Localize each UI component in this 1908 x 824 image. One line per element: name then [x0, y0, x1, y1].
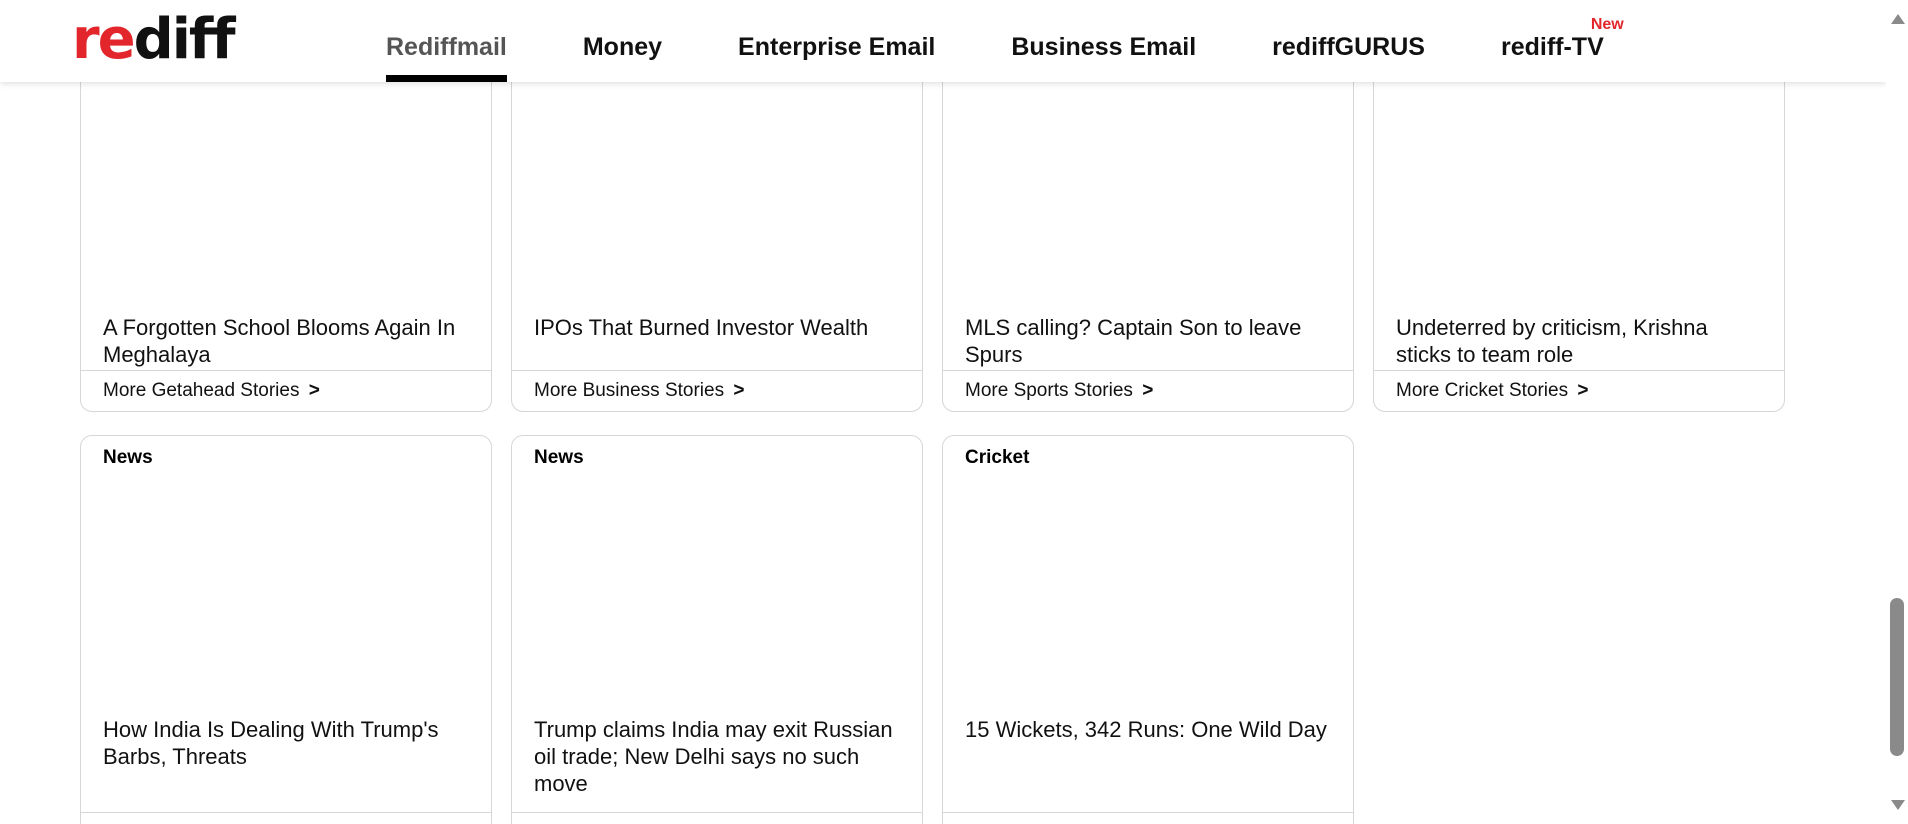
chevron-right-icon: >	[1577, 380, 1589, 401]
story-card[interactable]: Cricket 15 Wickets, 342 Runs: One Wild D…	[942, 435, 1354, 824]
more-stories-link[interactable]: More Sports Stories >	[943, 370, 1353, 411]
story-card[interactable]: IPOs That Burned Investor Wealth More Bu…	[511, 40, 923, 412]
rediff-logo[interactable]: rediff	[72, 7, 236, 72]
nav-item-money[interactable]: Money	[583, 0, 662, 82]
story-headline[interactable]: Trump claims India may exit Russian oil …	[534, 716, 900, 797]
chevron-right-icon: >	[308, 380, 320, 401]
story-card[interactable]: A Forgotten School Blooms Again In Megha…	[80, 40, 492, 412]
more-stories-label: More Cricket Stories	[1396, 380, 1569, 401]
story-card[interactable]: News Trump claims India may exit Russian…	[511, 435, 923, 824]
more-stories-link[interactable]	[81, 812, 491, 824]
story-card[interactable]: News How India Is Dealing With Trump's B…	[80, 435, 492, 824]
story-headline[interactable]: 15 Wickets, 342 Runs: One Wild Day	[965, 716, 1331, 743]
logo-text-black: diff	[133, 7, 236, 72]
nav-label: Rediffmail	[386, 32, 507, 61]
nav-label: rediffGURUS	[1272, 32, 1425, 61]
story-headline[interactable]: Undeterred by criticism, Krishna sticks …	[1396, 314, 1762, 368]
story-category[interactable]: News	[103, 447, 153, 469]
nav-label: Money	[582, 32, 663, 61]
more-stories-label: More Getahead Stories	[103, 380, 300, 401]
story-headline[interactable]: A Forgotten School Blooms Again In Megha…	[103, 314, 469, 368]
more-stories-label: More Sports Stories	[965, 380, 1133, 401]
story-headline[interactable]: How India Is Dealing With Trump's Barbs,…	[103, 716, 469, 770]
site-header: rediff Rediffmail Money Enterprise Email…	[0, 0, 1886, 82]
chevron-right-icon: >	[733, 380, 745, 401]
scroll-down-arrow-icon[interactable]	[1891, 800, 1905, 810]
nav-item-business-email[interactable]: Business Email	[1011, 0, 1196, 82]
vertical-scrollbar[interactable]	[1886, 0, 1908, 824]
more-stories-link[interactable]: More Business Stories >	[512, 370, 922, 411]
more-stories-link[interactable]	[512, 812, 922, 824]
chevron-right-icon: >	[1142, 380, 1154, 401]
more-stories-link[interactable]: More Cricket Stories >	[1374, 370, 1784, 411]
story-category[interactable]: Cricket	[965, 447, 1029, 469]
nav-label: Enterprise Email	[738, 32, 936, 61]
nav-item-enterprise-email[interactable]: Enterprise Email	[738, 0, 935, 82]
new-badge: New	[1590, 16, 1624, 33]
story-headline[interactable]: MLS calling? Captain Son to leave Spurs	[965, 314, 1331, 368]
nav-item-rediff-tv[interactable]: rediff-TV New	[1500, 0, 1624, 82]
story-card[interactable]: Undeterred by criticism, Krishna sticks …	[1373, 40, 1785, 412]
nav-item-rediffmail[interactable]: Rediffmail	[386, 0, 507, 82]
story-headline[interactable]: IPOs That Burned Investor Wealth	[534, 314, 900, 341]
nav-label: rediff-TV	[1500, 32, 1604, 61]
logo-text-red: re	[72, 7, 136, 72]
main-nav: Rediffmail Money Enterprise Email Busine…	[386, 0, 1680, 82]
story-card[interactable]: MLS calling? Captain Son to leave Spurs …	[942, 40, 1354, 412]
more-stories-link[interactable]	[943, 812, 1353, 824]
scroll-up-arrow-icon[interactable]	[1891, 14, 1905, 24]
scrollbar-thumb[interactable]	[1890, 598, 1904, 756]
more-stories-link[interactable]: More Getahead Stories >	[81, 370, 491, 411]
nav-item-rediffgurus[interactable]: rediffGURUS	[1272, 0, 1425, 82]
more-stories-label: More Business Stories	[534, 380, 725, 401]
nav-label: Business Email	[1011, 32, 1197, 61]
story-category[interactable]: News	[534, 447, 584, 469]
page-viewport: A Forgotten School Blooms Again In Megha…	[0, 0, 1886, 824]
